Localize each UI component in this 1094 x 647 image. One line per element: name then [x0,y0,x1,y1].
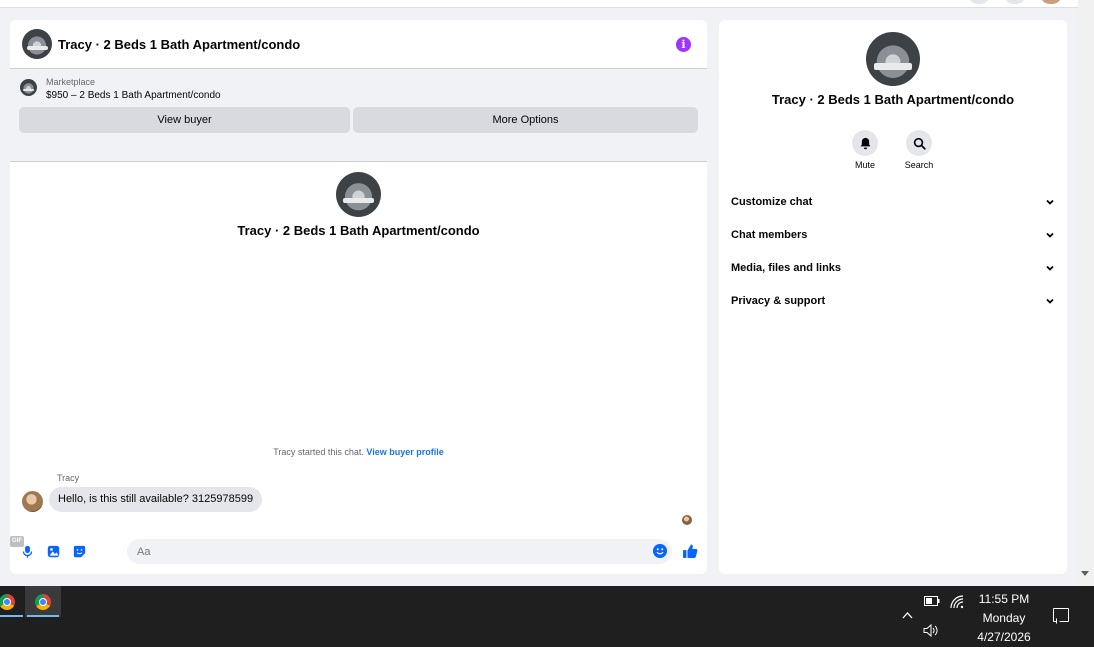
chat-avatar[interactable] [22,29,52,59]
thread-title: Tracy · 2 Beds 1 Bath Apartment/condo [237,223,480,238]
composer: GIF [10,536,707,566]
section-label: Chat members [731,229,808,241]
chat-members-section[interactable]: Chat members [731,224,1055,246]
bell-icon[interactable] [852,130,878,156]
sticker-icon[interactable] [73,545,86,558]
chat-header: Tracy · 2 Beds 1 Bath Apartment/condo i [10,20,707,68]
message-input[interactable] [127,539,672,564]
listing-label: Marketplace [46,77,96,87]
page-scrollbar[interactable] [1078,0,1094,586]
view-buyer-button[interactable]: View buyer [19,107,350,133]
clock-date: 4/27/2026 [977,630,1031,644]
profile-avatar[interactable] [1040,0,1062,4]
mute-button[interactable]: Mute [845,130,885,170]
details-title[interactable]: Tracy · 2 Beds 1 Bath Apartment/condo [719,92,1067,107]
message-bubble[interactable]: Hello, is this still available? 31259785… [49,487,263,512]
media-files-links-section[interactable]: Media, files and links [731,257,1055,279]
chat-panel: Tracy · 2 Beds 1 Bath Apartment/condo i … [10,20,707,574]
section-label: Media, files and links [731,262,842,274]
chevron-down-icon [1046,199,1054,205]
clock-time: 11:55 PM [978,592,1030,606]
listing-box: Marketplace $950 – 2 Beds 1 Bath Apartme… [10,68,707,162]
chat-title[interactable]: Tracy · 2 Beds 1 Bath Apartment/condo [58,37,300,52]
info-icon[interactable]: i [676,37,691,52]
top-bar [0,0,1078,8]
chat-started-notice: Tracy started this chat. View buyer prof… [10,447,707,457]
emoji-icon[interactable] [653,544,667,558]
top-bar-icon[interactable] [1004,0,1026,4]
listing-thumbnail[interactable] [20,79,37,96]
battery-icon[interactable] [924,596,940,606]
details-avatar[interactable] [866,32,920,86]
taskbar: 11:55 PM Monday 4/27/2026 [0,586,1094,647]
chat-details-panel: Tracy · 2 Beds 1 Bath Apartment/condo Mu… [719,20,1067,574]
microphone-icon[interactable] [21,545,34,558]
show-hidden-icons-icon[interactable] [902,611,913,619]
search-label: Search [904,160,934,170]
active-indicator [27,615,59,617]
wifi-icon[interactable] [950,595,964,609]
active-indicator [0,615,23,617]
chevron-down-icon [1046,298,1054,304]
chevron-down-icon [1046,265,1054,271]
chrome-icon [35,593,51,610]
listing-price[interactable]: $950 – 2 Beds 1 Bath Apartment/condo [46,90,221,101]
scroll-down-arrow[interactable] [1081,571,1089,576]
sender-name: Tracy [57,473,80,483]
section-label: Privacy & support [731,295,826,307]
more-options-button[interactable]: More Options [353,107,698,133]
seen-indicator-avatar [682,515,692,525]
volume-icon[interactable] [923,624,939,637]
mute-label: Mute [854,160,875,170]
thread-avatar [336,172,381,217]
chevron-down-icon [1046,232,1054,238]
gallery-icon[interactable] [47,545,60,558]
notifications-icon[interactable] [1053,608,1069,622]
taskbar-chrome-app-active[interactable] [25,586,61,617]
chrome-icon [0,593,15,610]
like-icon[interactable] [682,543,698,559]
customize-chat-section[interactable]: Customize chat [731,191,1055,213]
top-bar-icon[interactable] [968,0,990,4]
search-icon[interactable] [906,130,932,156]
sender-avatar[interactable] [22,491,43,512]
started-text: Tracy started this chat. [273,447,364,457]
view-buyer-profile-link[interactable]: View buyer profile [366,447,443,457]
privacy-support-section[interactable]: Privacy & support [731,290,1055,312]
clock-day: Monday [982,611,1026,625]
search-button[interactable]: Search [899,130,939,170]
system-clock[interactable]: 11:55 PM Monday 4/27/2026 [966,590,1042,647]
section-label: Customize chat [731,196,813,208]
taskbar-chrome-app[interactable] [0,586,25,617]
